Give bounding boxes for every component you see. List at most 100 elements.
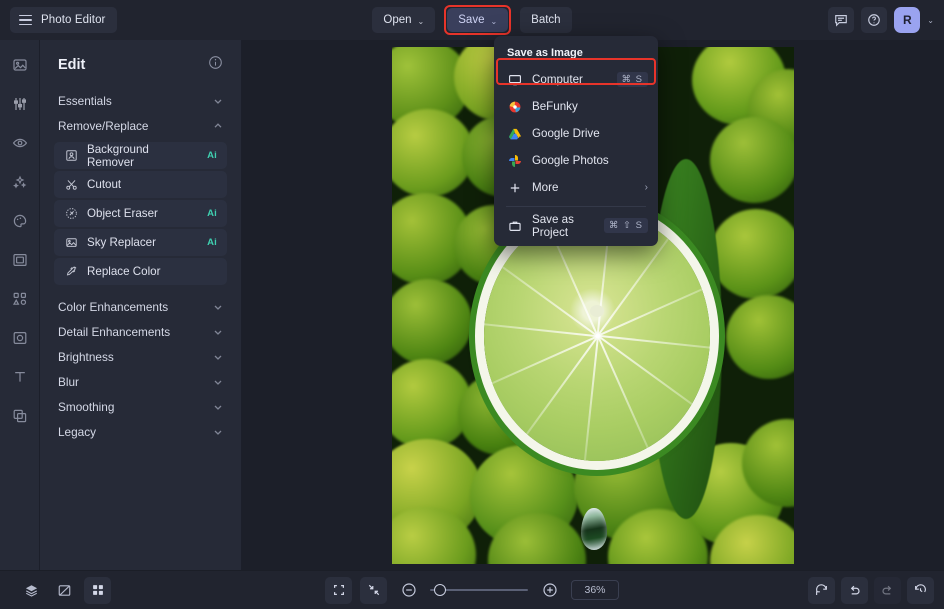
- panel-title: Edit: [58, 57, 86, 73]
- toolbar-center-group: Open ⌄ Save ⌄ Batch: [0, 5, 944, 35]
- grid-icon: [92, 585, 103, 595]
- section-label: Detail Enhancements: [58, 324, 171, 339]
- lime-slice: [484, 210, 710, 461]
- save-menu-item-label: BeFunky: [532, 100, 578, 113]
- sidebar-section-legacy[interactable]: Legacy: [58, 419, 223, 444]
- save-menu-item-computer[interactable]: Computer ⌘ S: [494, 66, 658, 93]
- fit-screen-button[interactable]: [325, 576, 352, 604]
- plus-circle-icon: [542, 583, 557, 597]
- sidebar-item-label: Sky Replacer: [87, 236, 156, 249]
- layers-icon: [25, 584, 38, 597]
- frame-icon: [12, 253, 27, 267]
- zoom-in-button[interactable]: [536, 577, 563, 604]
- brand-menu-button[interactable]: Photo Editor: [10, 7, 117, 33]
- rail-item-adjust[interactable]: [7, 93, 33, 115]
- avatar-chevron-down-icon[interactable]: ⌄: [927, 16, 934, 25]
- rail-item-layers[interactable]: [7, 405, 33, 427]
- sky-icon: [64, 236, 78, 250]
- bottom-toolbar: 36%: [0, 570, 944, 609]
- history-icon: [915, 583, 926, 592]
- chevron-right-icon: ›: [644, 182, 648, 193]
- section-label: Brightness: [58, 349, 114, 364]
- bottom-right-group: [808, 576, 934, 604]
- rail-item-graphics[interactable]: [7, 288, 33, 310]
- chevron-down-icon: [213, 352, 223, 362]
- rail-item-retouch[interactable]: [7, 132, 33, 154]
- zoom-out-button[interactable]: [395, 577, 422, 604]
- redo-button[interactable]: [874, 576, 901, 604]
- undo-button[interactable]: [841, 576, 868, 604]
- sidebar-section-detail-enhancements[interactable]: Detail Enhancements: [58, 319, 223, 344]
- edit-panel: Edit Essentials Remove/Replace Backgroun…: [40, 40, 242, 570]
- sidebar-item-label: Cutout: [87, 178, 122, 191]
- sidebar-item-label: Background Remover: [87, 142, 149, 169]
- ai-badge: Ai: [207, 208, 217, 219]
- eyedropper-icon: [64, 265, 78, 279]
- palette-icon: [13, 214, 26, 228]
- save-menu-item-save-as-project[interactable]: Save as Project ⌘ ⇧ S: [494, 212, 658, 239]
- shortcut-badge: ⌘ ⇧ S: [603, 218, 648, 233]
- save-menu: Save as Image Computer ⌘ S BeFunky Googl…: [494, 36, 658, 246]
- open-button[interactable]: Open ⌄: [372, 7, 436, 33]
- save-button-label: Save: [458, 14, 485, 26]
- collapse-icon: [368, 584, 379, 596]
- save-menu-item-befunky[interactable]: BeFunky: [494, 93, 658, 120]
- sidebar-item-background-remover[interactable]: Background Remover Ai: [54, 142, 227, 169]
- sidebar-section-brightness[interactable]: Brightness: [58, 344, 223, 369]
- layers-button[interactable]: [18, 577, 45, 604]
- bottom-center-group: 36%: [0, 576, 944, 604]
- sidebar-item-label: Object Eraser: [87, 207, 158, 220]
- top-toolbar: Photo Editor Open ⌄ Save ⌄ Batch R ⌄: [0, 0, 944, 40]
- grid-view-button[interactable]: [84, 576, 111, 604]
- sidebar-section-color-enhancements[interactable]: Color Enhancements: [58, 294, 223, 319]
- info-button[interactable]: [208, 55, 223, 75]
- avatar[interactable]: R: [894, 7, 921, 33]
- rail-item-artsy[interactable]: [7, 210, 33, 232]
- fit-screen-icon: [333, 585, 344, 595]
- sidebar-section-smoothing[interactable]: Smoothing: [58, 394, 223, 419]
- collapse-button[interactable]: [360, 576, 387, 604]
- help-button[interactable]: [861, 7, 888, 33]
- rail-item-text[interactable]: [7, 366, 33, 388]
- sidebar-item-cutout[interactable]: Cutout: [54, 171, 227, 198]
- zoom-level-value[interactable]: 36%: [571, 580, 619, 600]
- app-body: Edit Essentials Remove/Replace Backgroun…: [0, 40, 944, 570]
- save-menu-item-more[interactable]: More ›: [494, 174, 658, 201]
- chevron-down-icon: [213, 402, 223, 412]
- save-button[interactable]: Save ⌄: [447, 8, 509, 32]
- google-photos-icon: [507, 153, 522, 168]
- zoom-slider[interactable]: [430, 583, 528, 597]
- undo-icon: [850, 585, 860, 594]
- save-menu-item-google-drive[interactable]: Google Drive: [494, 120, 658, 147]
- rail-item-image[interactable]: [7, 54, 33, 76]
- hamburger-menu-icon: [19, 14, 32, 26]
- text-icon: [14, 372, 25, 382]
- ai-badge: Ai: [207, 150, 217, 161]
- save-menu-item-label: Google Drive: [532, 127, 600, 140]
- save-menu-item-google-photos[interactable]: Google Photos: [494, 147, 658, 174]
- rail-item-overlays[interactable]: [7, 327, 33, 349]
- app-title: Photo Editor: [41, 14, 106, 26]
- remove-replace-items: Background Remover Ai Cutout Object Eras…: [54, 142, 227, 285]
- briefcase-icon: [507, 218, 522, 233]
- compare-button[interactable]: [51, 577, 78, 604]
- rail-item-frames[interactable]: [7, 249, 33, 271]
- rail-item-effects[interactable]: [7, 171, 33, 193]
- history-button[interactable]: [907, 576, 934, 604]
- zoom-slider-knob[interactable]: [434, 584, 446, 596]
- chevron-down-icon: ⌄: [490, 16, 498, 26]
- chevron-down-icon: ⌄: [417, 16, 425, 26]
- sidebar-item-object-eraser[interactable]: Object Eraser Ai: [54, 200, 227, 227]
- feedback-button[interactable]: [828, 7, 855, 33]
- reset-button[interactable]: [808, 576, 835, 604]
- info-circle-icon: [209, 56, 222, 69]
- batch-button[interactable]: Batch: [520, 7, 572, 33]
- sidebar-item-replace-color[interactable]: Replace Color: [54, 258, 227, 285]
- save-menu-item-label: More: [532, 181, 559, 194]
- section-label: Legacy: [58, 424, 97, 439]
- sidebar-section-remove-replace[interactable]: Remove/Replace: [58, 113, 223, 138]
- sidebar-section-blur[interactable]: Blur: [58, 369, 223, 394]
- sidebar-item-sky-replacer[interactable]: Sky Replacer Ai: [54, 229, 227, 256]
- sidebar-section-essentials[interactable]: Essentials: [58, 88, 223, 113]
- edit-panel-header: Edit: [40, 40, 241, 88]
